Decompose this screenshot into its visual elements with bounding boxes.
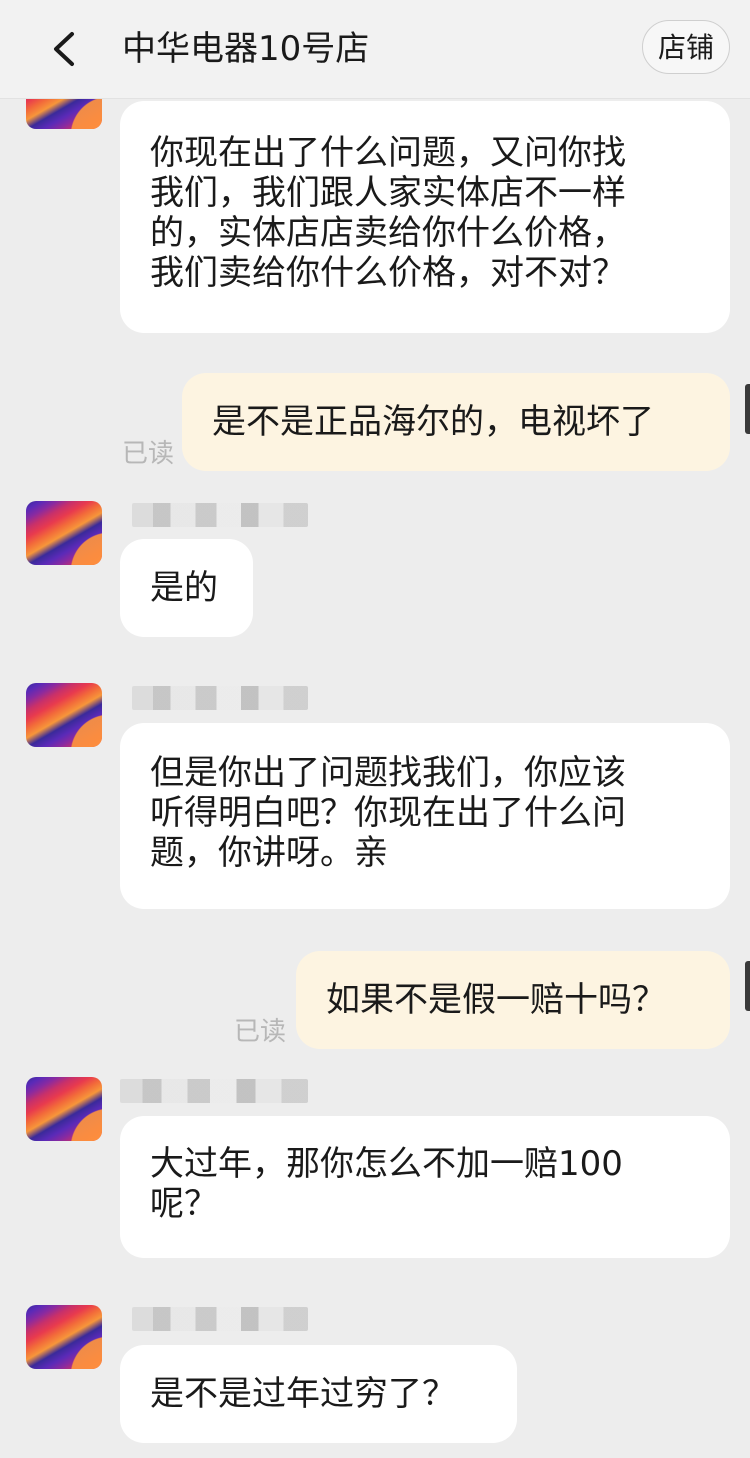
read-status: 已读 — [234, 1017, 287, 1047]
my-avatar-edge — [745, 384, 750, 434]
sender-nickname — [132, 1307, 308, 1331]
shop-avatar[interactable] — [26, 501, 102, 565]
message-bubble-mine[interactable]: 是不是正品海尔的，电视坏了 — [182, 373, 730, 471]
sender-nickname — [132, 503, 308, 527]
message-list[interactable]: 你现在出了什么问题，又问你找 我们，我们跟人家实体店不一样 的，实体店店卖给你什… — [0, 99, 750, 1458]
shop-title: 中华电器10号店 — [122, 29, 370, 69]
chevron-left-icon — [54, 32, 74, 66]
message-bubble-shop[interactable]: 是的 — [120, 539, 253, 637]
read-status: 已读 — [122, 439, 175, 469]
message-bubble-shop[interactable]: 但是你出了问题找我们，你应该 听得明白吧？你现在出了什么问 题，你讲呀。亲 — [120, 723, 730, 909]
shop-avatar[interactable] — [26, 1077, 102, 1141]
my-avatar-edge — [745, 961, 750, 1011]
message-bubble-shop[interactable]: 大过年，那你怎么不加一赔100 呢？ — [120, 1116, 730, 1258]
message-bubble-shop[interactable]: 你现在出了什么问题，又问你找 我们，我们跟人家实体店不一样 的，实体店店卖给你什… — [120, 101, 730, 333]
sender-nickname — [120, 1079, 308, 1103]
shop-avatar[interactable] — [26, 1305, 102, 1369]
shop-avatar[interactable] — [26, 683, 102, 747]
chat-header: 中华电器10号店 店铺 — [0, 0, 750, 99]
message-bubble-shop[interactable]: 是不是过年过穷了？ — [120, 1345, 517, 1443]
shop-button[interactable]: 店铺 — [642, 20, 730, 74]
message-bubble-mine[interactable]: 如果不是假一赔十吗？ — [296, 951, 730, 1049]
back-button[interactable] — [40, 26, 90, 72]
shop-avatar[interactable] — [26, 99, 102, 129]
sender-nickname — [132, 686, 308, 710]
